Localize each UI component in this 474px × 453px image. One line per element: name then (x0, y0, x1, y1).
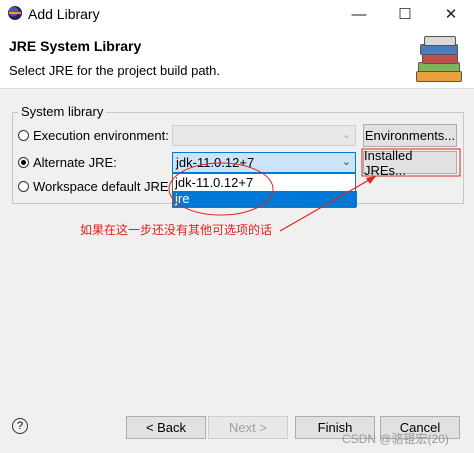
help-icon[interactable]: ? (12, 418, 28, 434)
back-button[interactable]: < Back (126, 416, 206, 439)
highlight-box (361, 148, 461, 177)
watermark: CSDN @骆锟宏(20) (342, 432, 449, 446)
annotation-text: 如果在这一步还没有其他可选项的话 (80, 223, 273, 237)
highlight-ellipse (168, 162, 274, 216)
next-button[interactable]: Next > (208, 416, 288, 439)
annotation-arrow (279, 175, 377, 232)
arrow-head (366, 176, 376, 184)
